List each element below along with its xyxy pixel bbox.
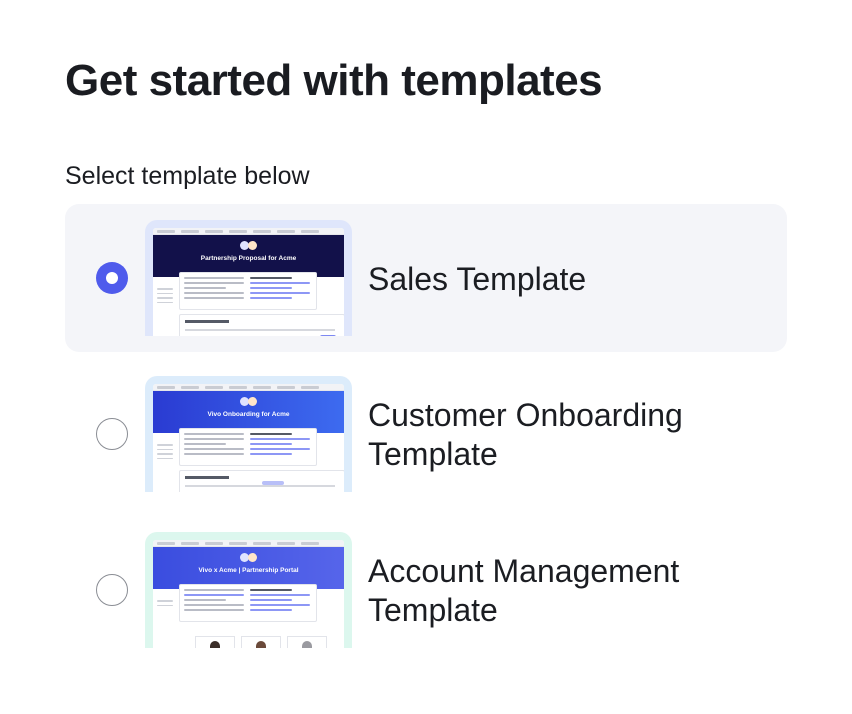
radio-account-management[interactable]: [96, 574, 128, 606]
template-preview-customer-onboarding: Vivo Onboarding for Acme: [145, 376, 352, 492]
radio-sales[interactable]: [96, 262, 128, 294]
template-option-account-management[interactable]: Vivo x Acme | Partnership Portal Account…: [65, 516, 787, 664]
template-option-sales[interactable]: Partnership Proposal for Acme Sales Temp…: [65, 204, 787, 352]
preview-title: Vivo x Acme | Partnership Portal: [198, 567, 299, 574]
template-preview-sales: Partnership Proposal for Acme: [145, 220, 352, 336]
template-name-sales: Sales Template: [368, 261, 587, 297]
preview-title: Partnership Proposal for Acme: [200, 255, 297, 262]
template-name-account-management: Account Management Template: [368, 553, 680, 628]
template-preview-account-management: Vivo x Acme | Partnership Portal: [145, 532, 352, 648]
template-name-customer-onboarding: Customer Onboarding Template: [368, 397, 683, 472]
template-option-customer-onboarding[interactable]: Vivo Onboarding for Acme Customer Onboar…: [65, 360, 787, 508]
page-subtitle: Select template below: [65, 162, 310, 190]
preview-title: Vivo Onboarding for Acme: [207, 411, 290, 418]
page-title: Get started with templates: [65, 56, 603, 105]
radio-customer-onboarding[interactable]: [96, 418, 128, 450]
